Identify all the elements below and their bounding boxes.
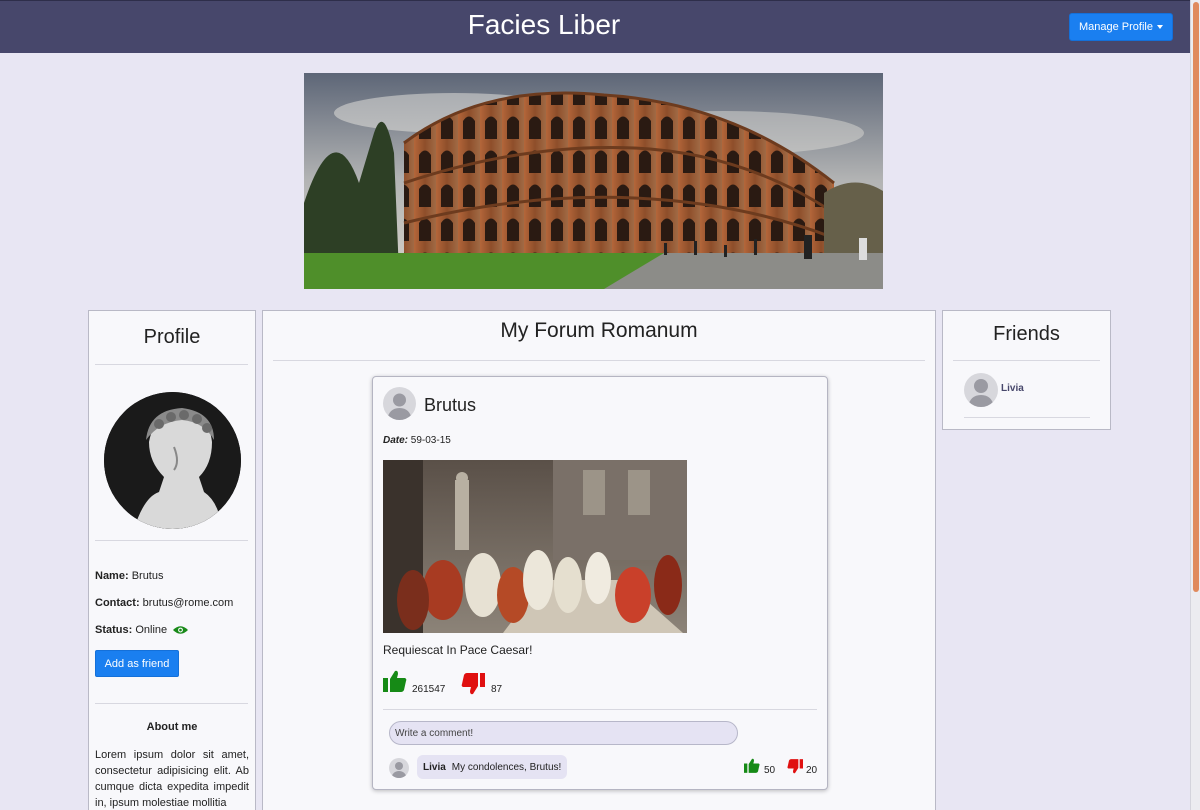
divider (95, 703, 248, 704)
top-navbar: Facies Liber Manage Profile (0, 0, 1190, 53)
eye-icon (173, 626, 189, 634)
post-dislike-count: 87 (491, 684, 503, 695)
profile-status-row: Status: Online (95, 624, 189, 636)
post-like-count: 261547 (412, 684, 446, 695)
about-me-text: Lorem ipsum dolor sit amet, consectetur … (95, 749, 249, 809)
profile-contact: brutus@rome.com (142, 597, 234, 609)
contact-label: Contact: (95, 597, 140, 609)
comment-text: My condolences, Brutus! (451, 761, 562, 773)
friend-avatar[interactable] (964, 373, 998, 407)
profile-contact-row: Contact: brutus@rome.com (95, 597, 233, 609)
site-brand[interactable]: Facies Liber (0, 9, 1088, 41)
friends-title: Friends (993, 323, 1060, 345)
caret-down-icon (1157, 25, 1163, 29)
thumbs-down-icon[interactable] (461, 673, 485, 695)
profile-name-row: Name: Brutus (95, 570, 163, 582)
post-text: Requiescat In Pace Caesar! (383, 643, 533, 657)
profile-title: Profile (143, 326, 201, 348)
comment-thumbs-down-icon[interactable] (787, 759, 803, 774)
divider (273, 360, 925, 361)
divider (383, 709, 817, 710)
post-date-value: 59-03-15 (410, 435, 451, 446)
thumbs-up-icon[interactable] (383, 670, 407, 692)
post-card: Brutus Date: 59-03-15 Requiescat In Pace… (372, 376, 828, 790)
post-user-avatar[interactable] (383, 387, 416, 420)
comment-dislike-count: 20 (806, 765, 818, 776)
manage-profile-label: Manage Profile (1079, 21, 1153, 33)
banner-image (304, 73, 883, 289)
divider (964, 417, 1090, 418)
post-user-name[interactable]: Brutus (424, 395, 476, 416)
comment-thumbs-up-icon[interactable] (744, 758, 760, 773)
status-label: Status: (95, 624, 133, 636)
comment-like-count: 50 (764, 765, 776, 776)
divider (95, 364, 248, 365)
profile-avatar (104, 392, 241, 529)
comment-input[interactable] (389, 721, 738, 745)
scrollbar-thumb[interactable] (1193, 2, 1199, 592)
friend-item-livia[interactable]: Livia (1001, 383, 1024, 394)
post-date-label: Date: (383, 435, 409, 446)
post-date: Date: 59-03-15 (383, 435, 451, 446)
comment-user[interactable]: Livia (423, 762, 446, 773)
add-friend-button[interactable]: Add as friend (95, 650, 179, 677)
profile-name: Brutus (131, 570, 164, 582)
post-image (383, 460, 687, 633)
page-scrollbar[interactable] (1190, 0, 1200, 810)
profile-status: Online (135, 624, 168, 636)
friends-panel: Friends Livia (942, 310, 1111, 430)
name-label: Name: (95, 570, 129, 582)
comment-user-avatar[interactable] (389, 758, 409, 778)
forum-panel: My Forum Romanum Brutus Date: 59-03-15 R… (262, 310, 936, 810)
divider (953, 360, 1100, 361)
forum-title: My Forum Romanum (500, 319, 698, 342)
divider (95, 540, 248, 541)
about-me-title: About me (146, 721, 198, 733)
manage-profile-button[interactable]: Manage Profile (1069, 13, 1173, 41)
profile-panel: Profile Name: Brutus Contact: brutus@rom… (88, 310, 256, 810)
comment-bubble: Livia My condolences, Brutus! (417, 755, 568, 779)
